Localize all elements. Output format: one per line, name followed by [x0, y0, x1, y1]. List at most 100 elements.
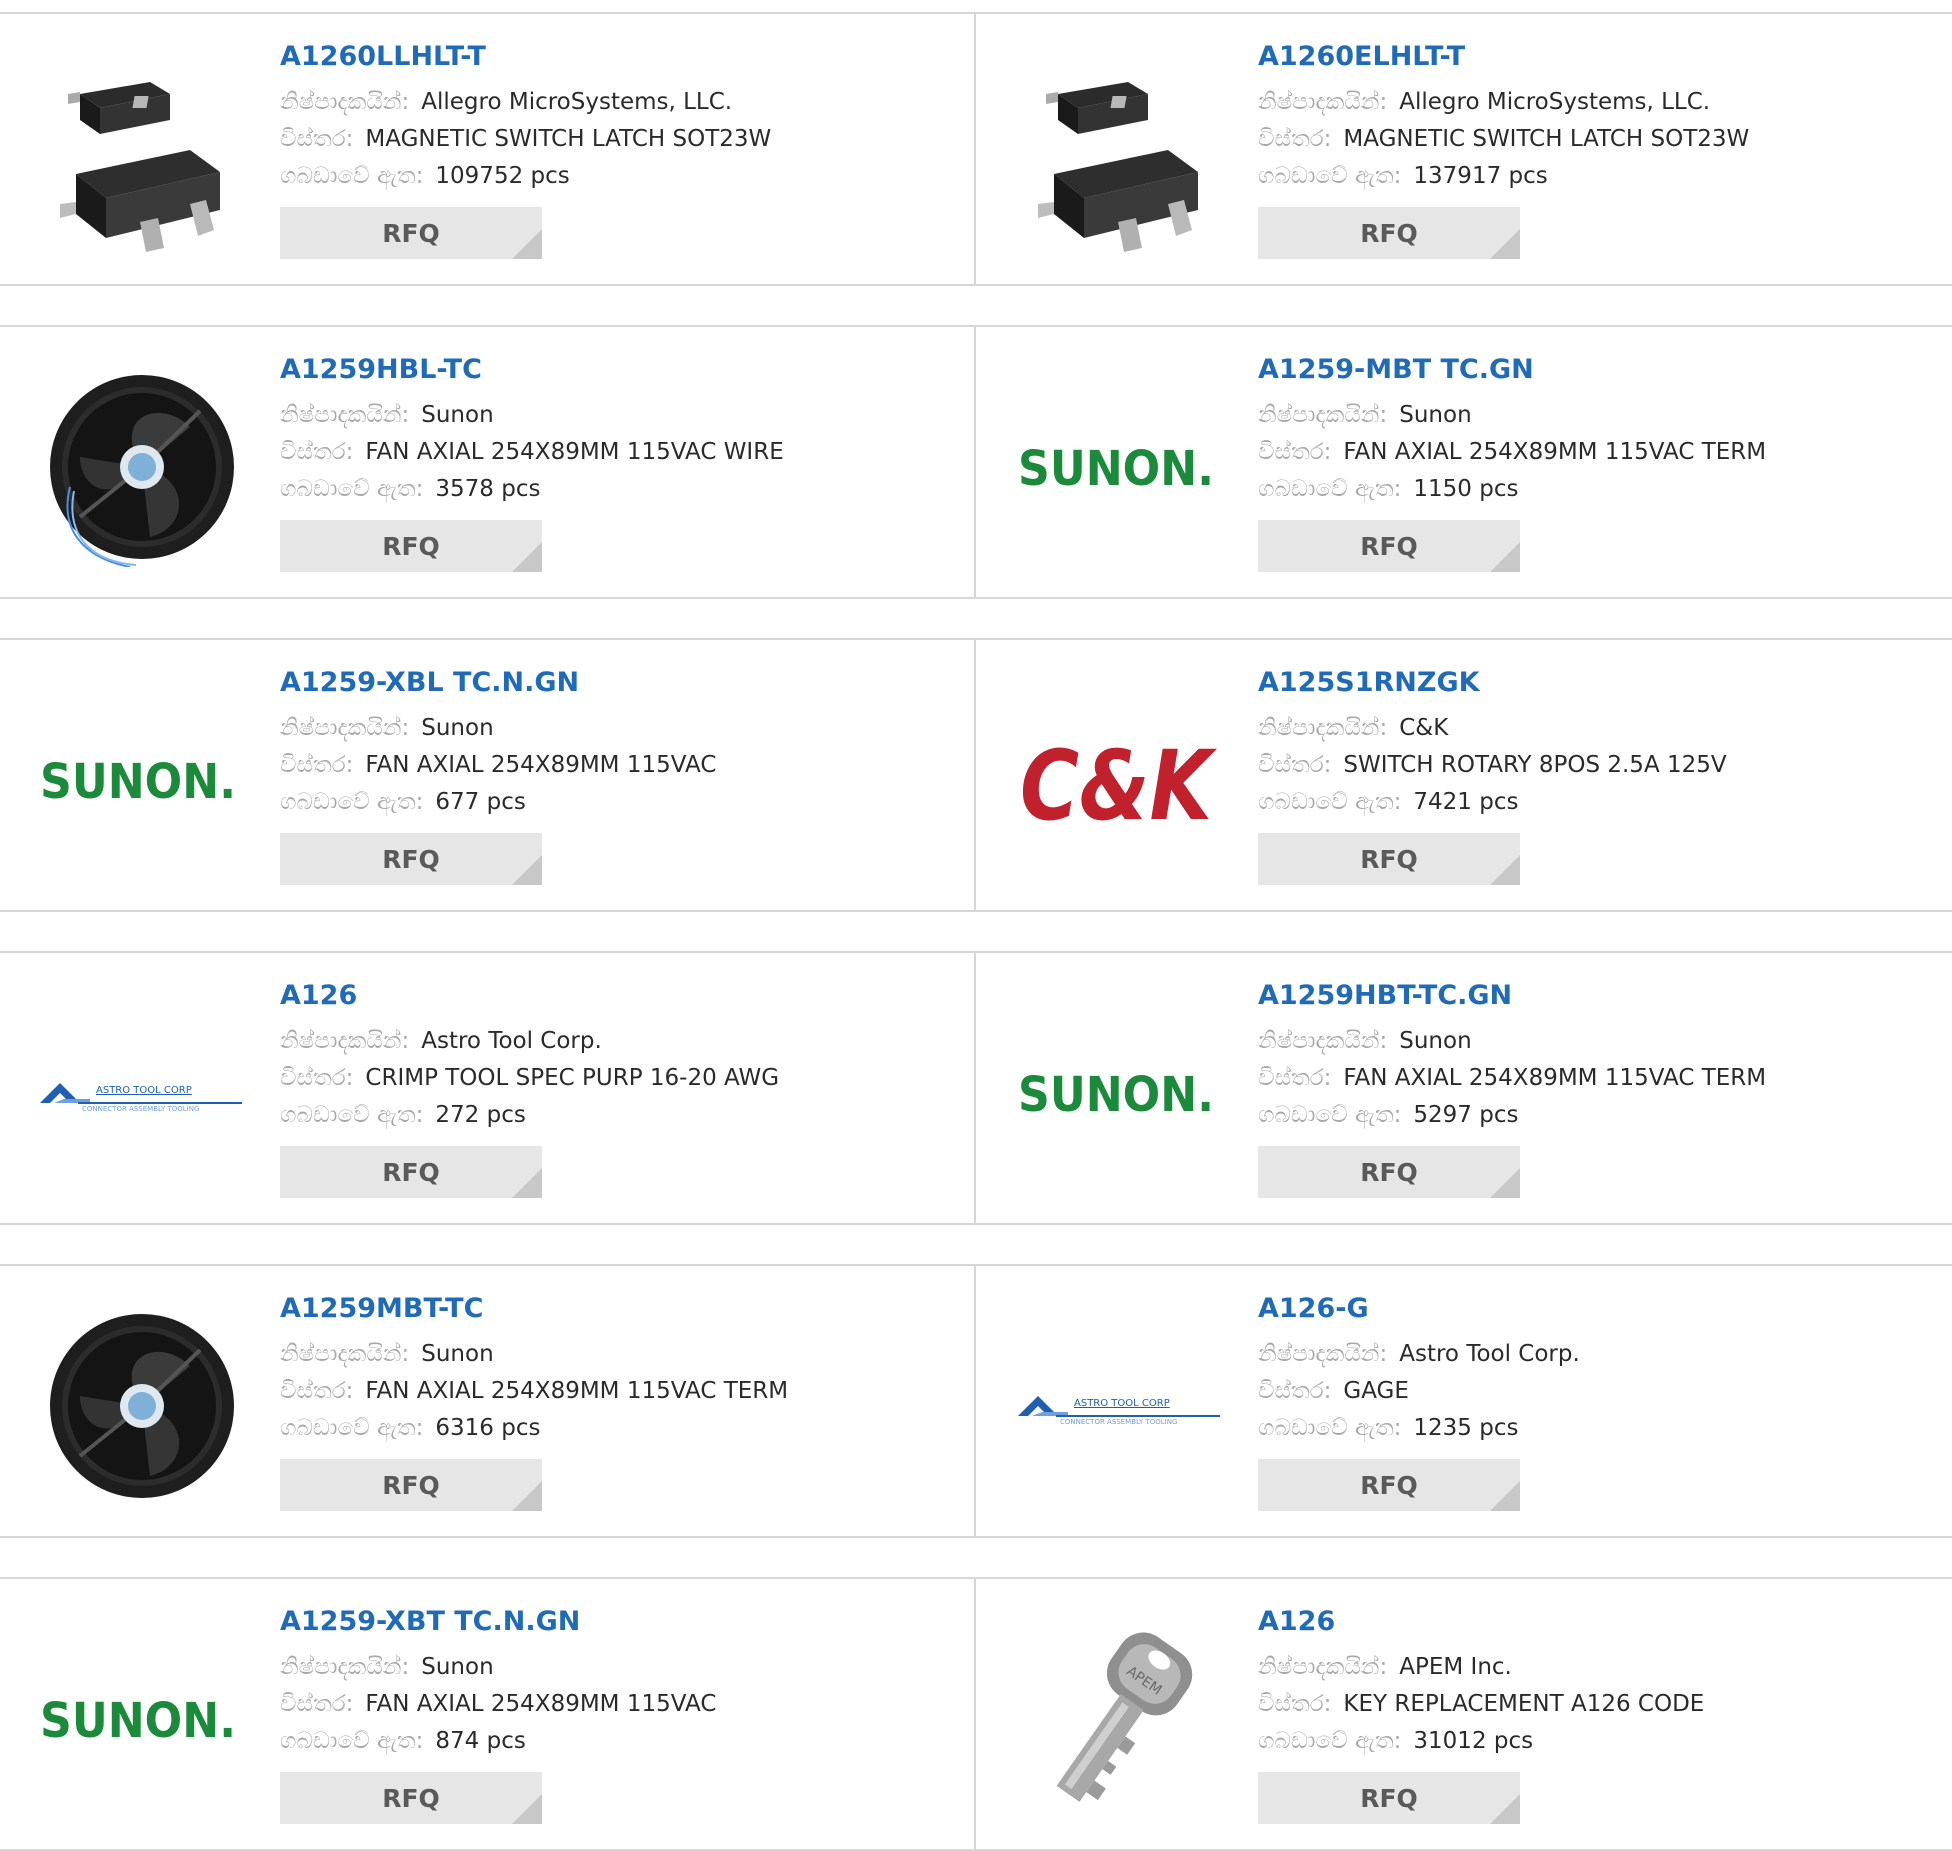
manufacturer-line: නිෂ්පාදකයින්: Sunon — [1258, 397, 1934, 434]
description-line: විස්තර: KEY REPLACEMENT A126 CODE — [1258, 1686, 1934, 1723]
product-image[interactable]: APEM — [1016, 1617, 1220, 1821]
manufacturer-line: නිෂ්පාදකයින්: Astro Tool Corp. — [280, 1023, 954, 1060]
manufacturer-value: Sunon — [421, 1341, 494, 1367]
corner-triangle-icon — [512, 1481, 542, 1511]
product-grid: A1260LLHLT-T නිෂ්පාදකයින්: Allegro MicroSy… — [0, 0, 1952, 1851]
product-name-link[interactable]: A126 — [1258, 1605, 1934, 1639]
manufacturer-label: නිෂ්පාදකයින්: — [280, 89, 410, 115]
stock-value: 3578 pcs — [435, 476, 541, 502]
product-card: C&K A125S1RNZGK නිෂ්පාදකයින්: C&K විස්තර: SW… — [978, 640, 1952, 910]
rfq-button[interactable]: RFQ — [280, 207, 542, 259]
manufacturer-line: නිෂ්පාදකයින්: Sunon — [280, 1336, 954, 1373]
rfq-button-label: RFQ — [1360, 218, 1418, 248]
manufacturer-line: නිෂ්පාදකයින්: Astro Tool Corp. — [1258, 1336, 1934, 1373]
description-label: විස්තර: — [280, 1691, 354, 1717]
description-label: විස්තර: — [280, 1065, 354, 1091]
description-value: FAN AXIAL 254X89MM 115VAC — [365, 1691, 717, 1717]
manufacturer-label: නිෂ්පාදකයින්: — [280, 715, 410, 741]
stock-value: 272 pcs — [435, 1102, 526, 1128]
stock-line: ගබඩාවේ ඇත: 1150 pcs — [1258, 471, 1934, 508]
rfq-button[interactable]: RFQ — [280, 1146, 542, 1198]
description-line: විස්තර: MAGNETIC SWITCH LATCH SOT23W — [1258, 121, 1934, 158]
product-card: SUNON. A1259-XBT TC.N.GN නිෂ්පාදකයින්: Sun… — [0, 1579, 976, 1849]
product-name-link[interactable]: A126 — [280, 979, 954, 1013]
rfq-button[interactable]: RFQ — [280, 1459, 542, 1511]
product-image[interactable]: ASTRO TOOL CORP CONNECTOR ASSEMBLY TOOLI… — [38, 991, 242, 1195]
svg-text:CONNECTOR ASSEMBLY TOOLING: CONNECTOR ASSEMBLY TOOLING — [1060, 1418, 1177, 1426]
stock-line: ගබඩාවේ ඇත: 137917 pcs — [1258, 158, 1934, 195]
description-value: FAN AXIAL 254X89MM 115VAC TERM — [1343, 1065, 1767, 1091]
description-label: විස්තර: — [1258, 1691, 1332, 1717]
rfq-button[interactable]: RFQ — [280, 520, 542, 572]
stock-label: ගබඩාවේ ඇත: — [280, 1102, 424, 1128]
manufacturer-value: Allegro MicroSystems, LLC. — [1399, 89, 1711, 115]
stock-line: ගබඩාවේ ඇත: 31012 pcs — [1258, 1723, 1934, 1760]
product-name-link[interactable]: A1259HBL-TC — [280, 353, 954, 387]
manufacturer-value: Sunon — [1399, 1028, 1472, 1054]
stock-label: ගබඩාවේ ඇත: — [1258, 1102, 1402, 1128]
description-value: KEY REPLACEMENT A126 CODE — [1343, 1691, 1705, 1717]
product-image[interactable]: SUNON. — [1016, 365, 1220, 569]
product-image[interactable] — [1016, 52, 1220, 256]
product-name-link[interactable]: A1260LLHLT-T — [280, 40, 954, 74]
stock-value: 31012 pcs — [1413, 1728, 1534, 1754]
rfq-button[interactable]: RFQ — [1258, 207, 1520, 259]
rfq-button[interactable]: RFQ — [1258, 833, 1520, 885]
key-icon: APEM — [1056, 1632, 1193, 1802]
rfq-button-label: RFQ — [1360, 531, 1418, 561]
manufacturer-label: නිෂ්පාදකයින්: — [1258, 89, 1388, 115]
stock-line: ගබඩාවේ ඇත: 3578 pcs — [280, 471, 954, 508]
description-label: විස්තර: — [1258, 752, 1332, 778]
product-image[interactable] — [38, 1304, 242, 1508]
description-value: FAN AXIAL 254X89MM 115VAC TERM — [365, 1378, 789, 1404]
product-card: A1260ELHLT-T නිෂ්පාදකයින්: Allegro MicroSy… — [978, 14, 1952, 284]
rfq-button-label: RFQ — [382, 1157, 440, 1187]
product-image[interactable]: C&K — [1016, 678, 1220, 882]
rfq-button[interactable]: RFQ — [280, 1772, 542, 1824]
manufacturer-line: නිෂ්පාදකයින්: Allegro MicroSystems, LLC. — [280, 84, 954, 121]
stock-label: ගබඩාවේ ඇත: — [280, 1415, 424, 1441]
manufacturer-label: නිෂ්පාදකයින්: — [280, 402, 410, 428]
product-image[interactable] — [38, 52, 242, 256]
product-name-link[interactable]: A125S1RNZGK — [1258, 666, 1934, 700]
corner-triangle-icon — [512, 1168, 542, 1198]
product-info: A1259-XBT TC.N.GN නිෂ්පාදකයින්: Sunon විස්ත… — [280, 1605, 954, 1824]
product-name-link[interactable]: A1259MBT-TC — [280, 1292, 954, 1326]
product-name-link[interactable]: A1259-XBL TC.N.GN — [280, 666, 954, 700]
sunon-logo: SUNON. — [1018, 441, 1214, 497]
rfq-button[interactable]: RFQ — [1258, 1772, 1520, 1824]
rfq-button[interactable]: RFQ — [1258, 1146, 1520, 1198]
rfq-button-label: RFQ — [1360, 1783, 1418, 1813]
stock-label: ගබඩාවේ ඇත: — [280, 476, 424, 502]
rfq-button[interactable]: RFQ — [280, 833, 542, 885]
stock-value: 874 pcs — [435, 1728, 526, 1754]
rfq-button[interactable]: RFQ — [1258, 520, 1520, 572]
product-image[interactable] — [38, 365, 242, 569]
astro-tool-logo: ASTRO TOOL CORP CONNECTOR ASSEMBLY TOOLI… — [40, 1083, 242, 1113]
manufacturer-value: Sunon — [421, 1654, 494, 1680]
description-line: විස්තර: FAN AXIAL 254X89MM 115VAC — [280, 1686, 954, 1723]
stock-line: ගබඩාවේ ඇත: 677 pcs — [280, 784, 954, 821]
product-name-link[interactable]: A1259HBT-TC.GN — [1258, 979, 1934, 1013]
product-image[interactable]: ASTRO TOOL CORP CONNECTOR ASSEMBLY TOOLI… — [1016, 1304, 1220, 1508]
description-label: විස්තර: — [280, 439, 354, 465]
stock-line: ගබඩාවේ ඇත: 272 pcs — [280, 1097, 954, 1134]
description-line: විස්තර: CRIMP TOOL SPEC PURP 16-20 AWG — [280, 1060, 954, 1097]
sunon-logo-text: SUNON. — [40, 1693, 236, 1749]
product-image[interactable]: SUNON. — [38, 678, 242, 882]
rfq-button[interactable]: RFQ — [1258, 1459, 1520, 1511]
stock-label: ගබඩාවේ ඇත: — [1258, 163, 1402, 189]
astro-tool-logo: ASTRO TOOL CORP CONNECTOR ASSEMBLY TOOLI… — [1018, 1396, 1220, 1426]
product-image[interactable]: SUNON. — [1016, 991, 1220, 1195]
product-name-link[interactable]: A1259-XBT TC.N.GN — [280, 1605, 954, 1639]
product-name-link[interactable]: A126-G — [1258, 1292, 1934, 1326]
sot23w-chip-icon — [60, 82, 220, 252]
sunon-logo-text: SUNON. — [1018, 1067, 1214, 1123]
product-image[interactable]: SUNON. — [38, 1617, 242, 1821]
product-name-link[interactable]: A1259-MBT TC.GN — [1258, 353, 1934, 387]
corner-triangle-icon — [512, 542, 542, 572]
product-info: A1260ELHLT-T නිෂ්පාදකයින්: Allegro MicroSy… — [1258, 40, 1934, 259]
rfq-button-label: RFQ — [1360, 1470, 1418, 1500]
product-info: A1259HBT-TC.GN නිෂ්පාදකයින්: Sunon විස්තර: F… — [1258, 979, 1934, 1198]
product-name-link[interactable]: A1260ELHLT-T — [1258, 40, 1934, 74]
